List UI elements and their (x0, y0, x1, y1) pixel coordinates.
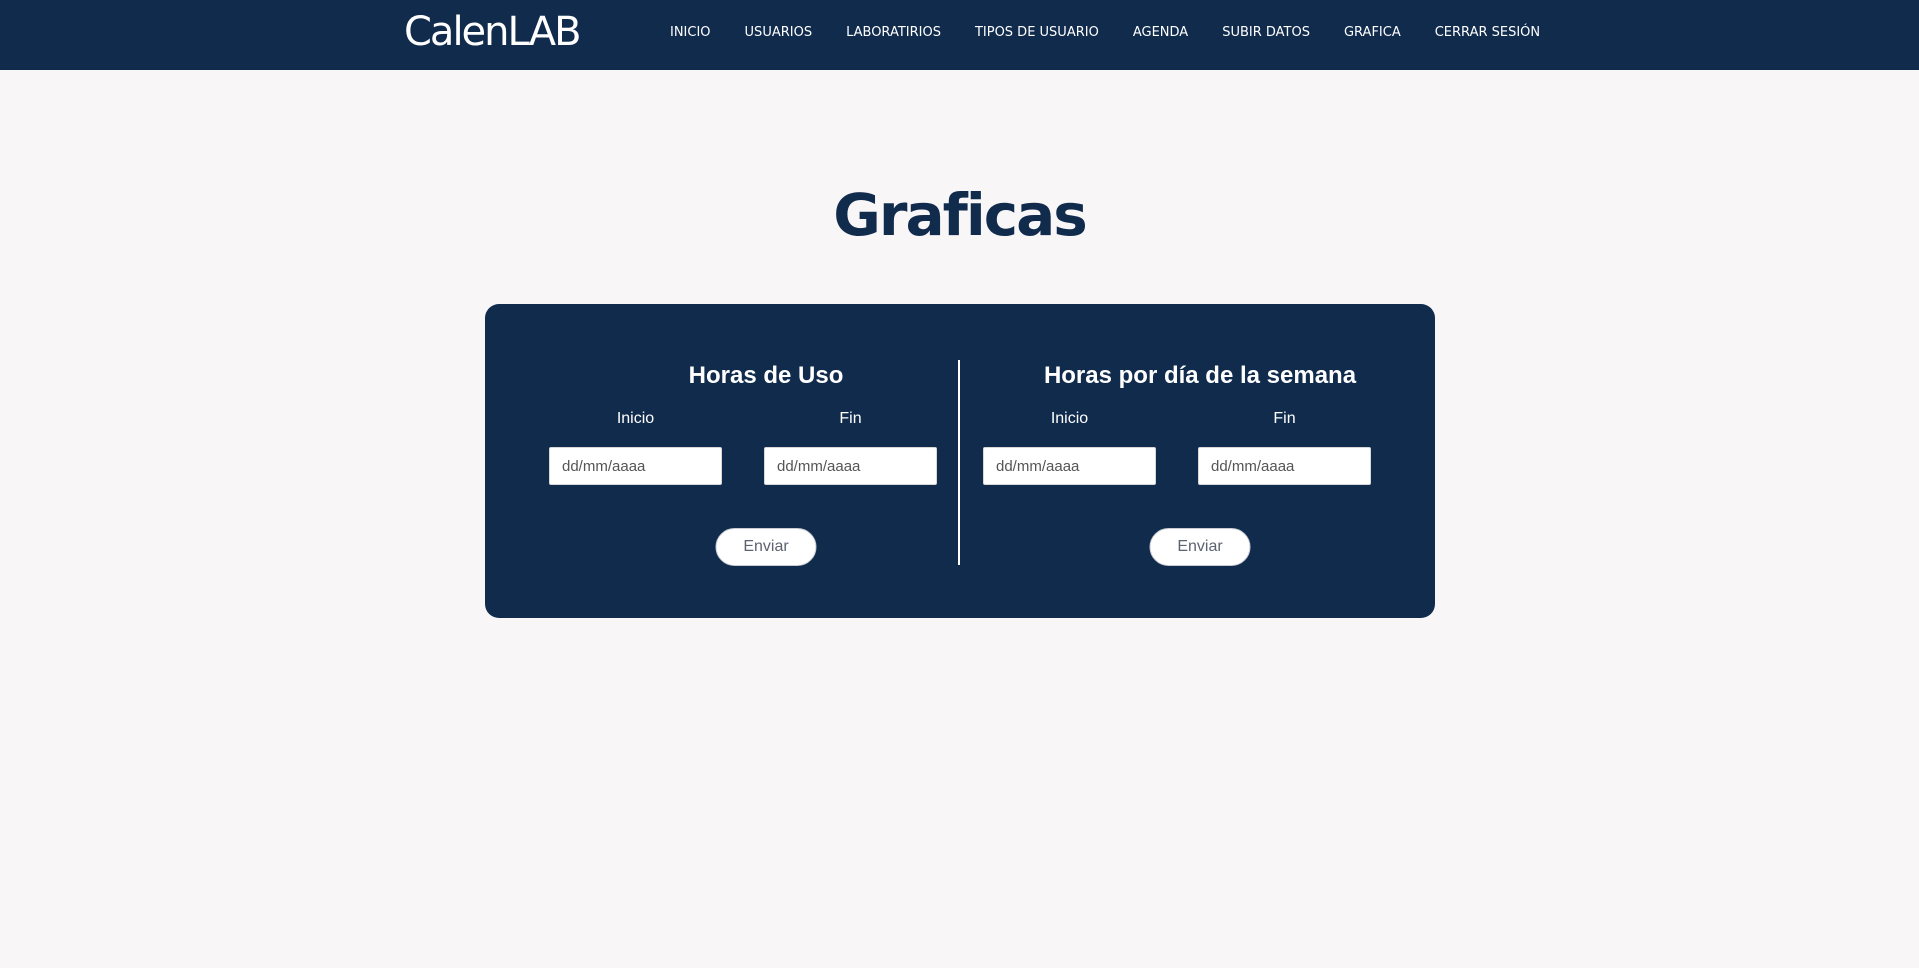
nav-link-usuarios[interactable]: USUARIOS (745, 25, 813, 40)
weekday-hours-form: Horas por día de la semana Inicio Fin En… (983, 360, 1417, 566)
nav-link-tipos-de-usuario[interactable]: TIPOS DE USUARIO (975, 25, 1099, 40)
nav-link-grafica[interactable]: GRAFICA (1344, 25, 1401, 40)
start-date-label: Inicio (616, 410, 655, 427)
start-date-input[interactable] (983, 447, 1156, 485)
main-nav: INICIO USUARIOS LABORATIRIOS TIPOS DE US… (670, 0, 1540, 64)
brand-logo[interactable]: CalenLAB (404, 8, 582, 56)
nav-link-subir-datos[interactable]: SUBIR DATOS (1222, 25, 1310, 40)
section-title: Horas de Uso (688, 362, 844, 389)
submit-button[interactable]: Enviar (715, 528, 817, 566)
nav-link-agenda[interactable]: AGENDA (1133, 25, 1188, 40)
top-navbar: CalenLAB INICIO USUARIOS LABORATIRIOS TI… (0, 0, 1919, 70)
end-date-input[interactable] (764, 447, 937, 485)
date-range-fields: Inicio Fin (549, 408, 983, 518)
start-date-label: Inicio (1050, 410, 1089, 427)
usage-hours-form: Horas de Uso Inicio Fin Enviar (549, 360, 983, 566)
end-date-label: Fin (1273, 410, 1296, 427)
submit-button[interactable]: Enviar (1149, 528, 1251, 566)
section-title: Horas por día de la semana (1043, 362, 1357, 389)
charts-form-panel: Horas de Uso Inicio Fin Enviar Horas por… (485, 304, 1435, 618)
nav-link-inicio[interactable]: INICIO (670, 25, 711, 40)
nav-link-laboratorios[interactable]: LABORATIRIOS (846, 25, 941, 40)
page-title: Graficas (833, 181, 1088, 249)
end-date-field: Fin (764, 408, 937, 485)
end-date-field: Fin (1198, 408, 1371, 485)
start-date-input[interactable] (549, 447, 722, 485)
end-date-label: Fin (839, 410, 862, 427)
nav-link-cerrar-sesion[interactable]: CERRAR SESIÓN (1435, 25, 1540, 40)
start-date-field: Inicio (983, 408, 1156, 485)
end-date-input[interactable] (1198, 447, 1371, 485)
start-date-field: Inicio (549, 408, 722, 485)
section-divider (958, 360, 960, 565)
date-range-fields: Inicio Fin (983, 408, 1417, 518)
